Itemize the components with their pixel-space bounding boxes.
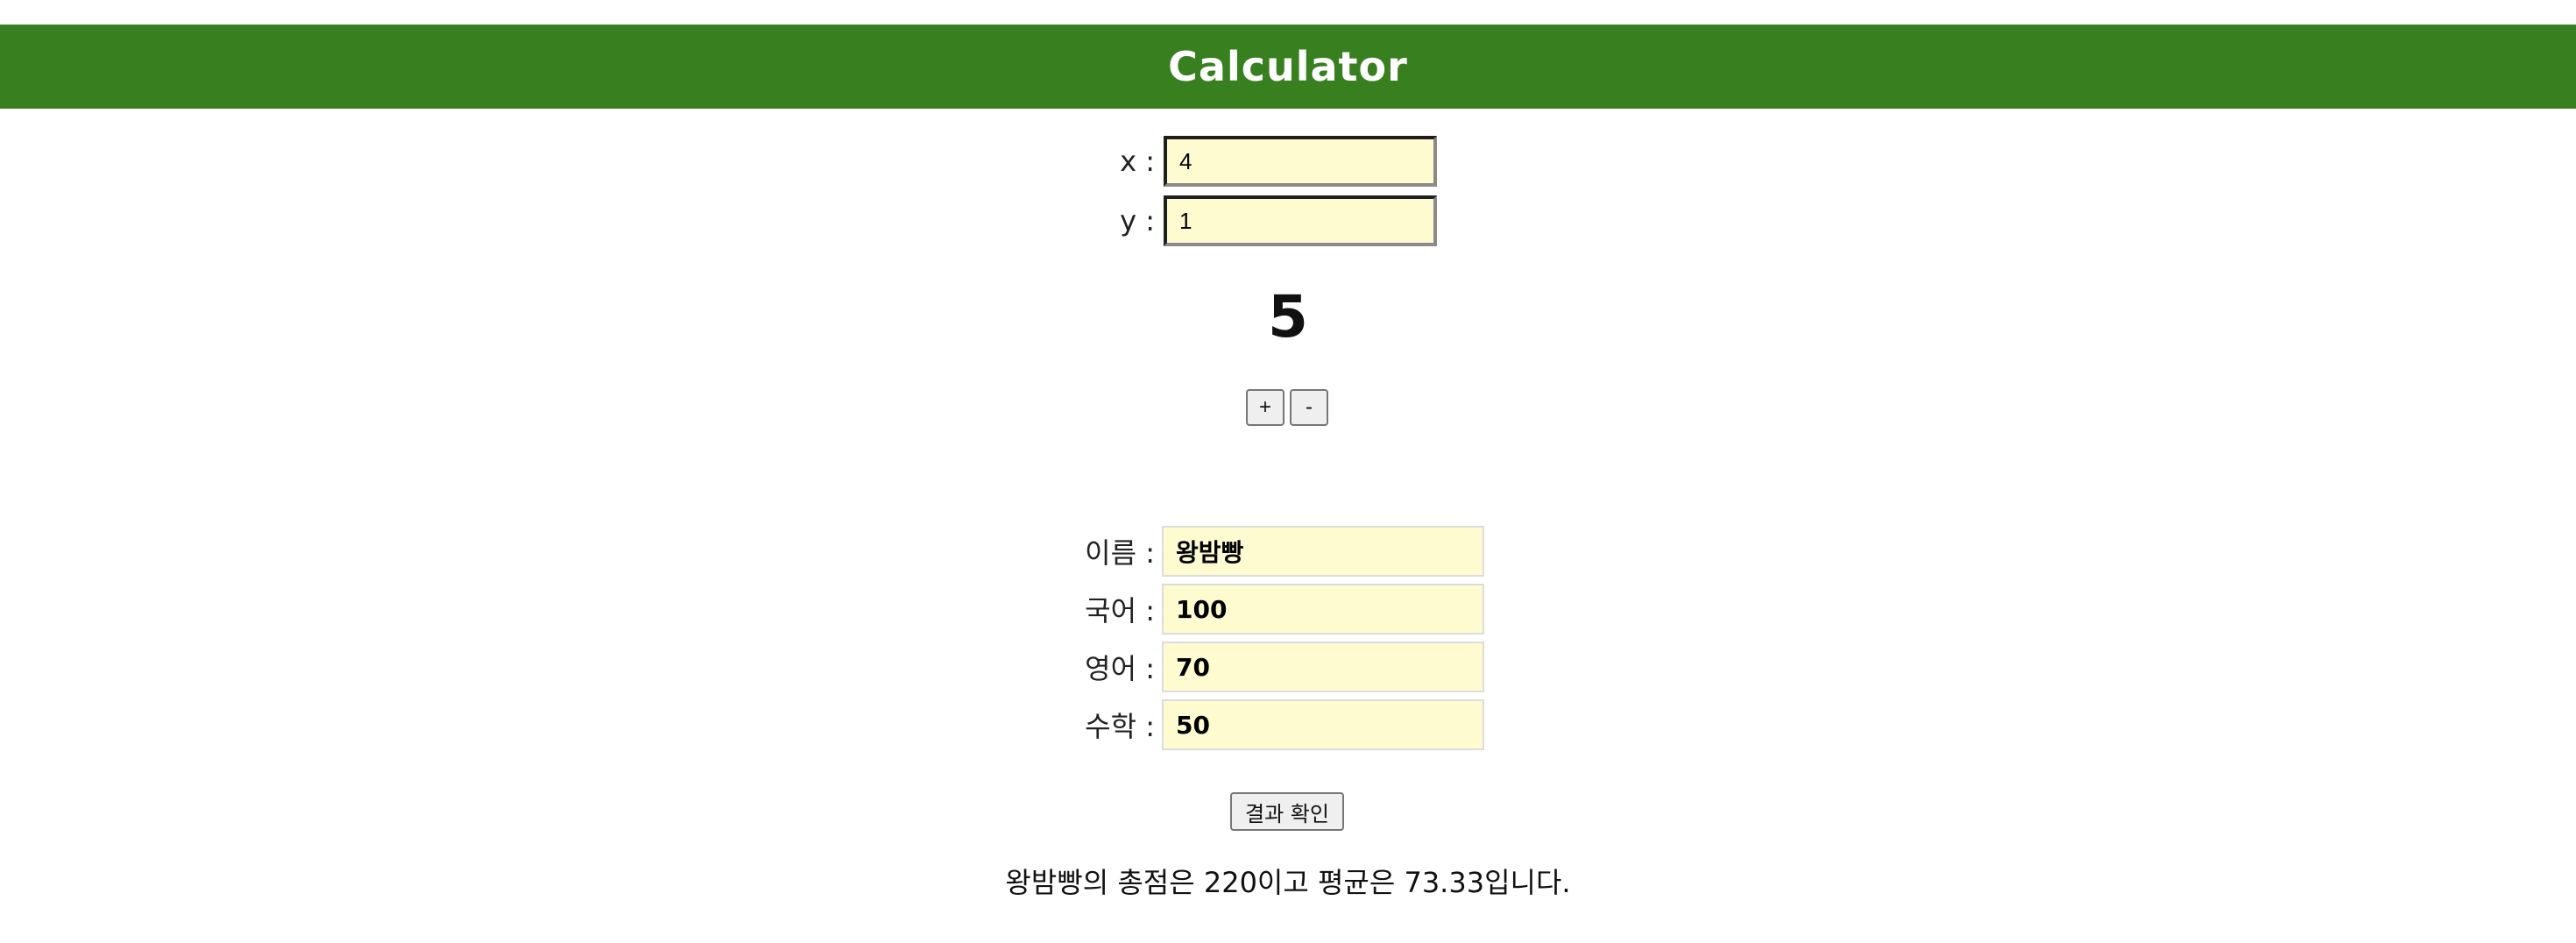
- korean-row: 국어 :: [1034, 583, 1490, 635]
- korean-score-input[interactable]: [1162, 584, 1484, 635]
- calc-result: 5: [1268, 283, 1308, 351]
- plus-button[interactable]: +: [1246, 389, 1284, 426]
- x-input[interactable]: [1164, 136, 1437, 187]
- x-row: x :: [1051, 135, 1472, 188]
- korean-label: 국어 :: [1085, 594, 1155, 627]
- name-row: 이름 :: [1034, 525, 1490, 578]
- header-bar: Calculator: [0, 25, 2576, 109]
- math-label: 수학 :: [1085, 710, 1155, 743]
- name-input[interactable]: [1162, 526, 1484, 577]
- y-label: y :: [1120, 204, 1155, 238]
- y-input[interactable]: [1164, 195, 1437, 246]
- english-score-input[interactable]: [1162, 642, 1484, 692]
- name-label: 이름 :: [1085, 536, 1155, 570]
- math-score-input[interactable]: [1162, 699, 1484, 750]
- page: Calculator x : y : 5 + - 이름 : 국어 : 영어 : …: [0, 0, 2576, 943]
- x-label: x :: [1120, 145, 1155, 178]
- operation-buttons: + -: [1246, 389, 1328, 426]
- english-row: 영어 :: [1034, 641, 1490, 693]
- minus-button[interactable]: -: [1290, 389, 1328, 426]
- y-row: y :: [1051, 195, 1472, 247]
- english-label: 영어 :: [1085, 652, 1155, 685]
- result-summary: 왕밤빵의 총점은 220이고 평균은 73.33입니다.: [1005, 866, 1571, 899]
- check-result-button[interactable]: 결과 확인: [1230, 792, 1344, 831]
- math-row: 수학 :: [1034, 698, 1490, 751]
- page-title: Calculator: [1168, 43, 1408, 90]
